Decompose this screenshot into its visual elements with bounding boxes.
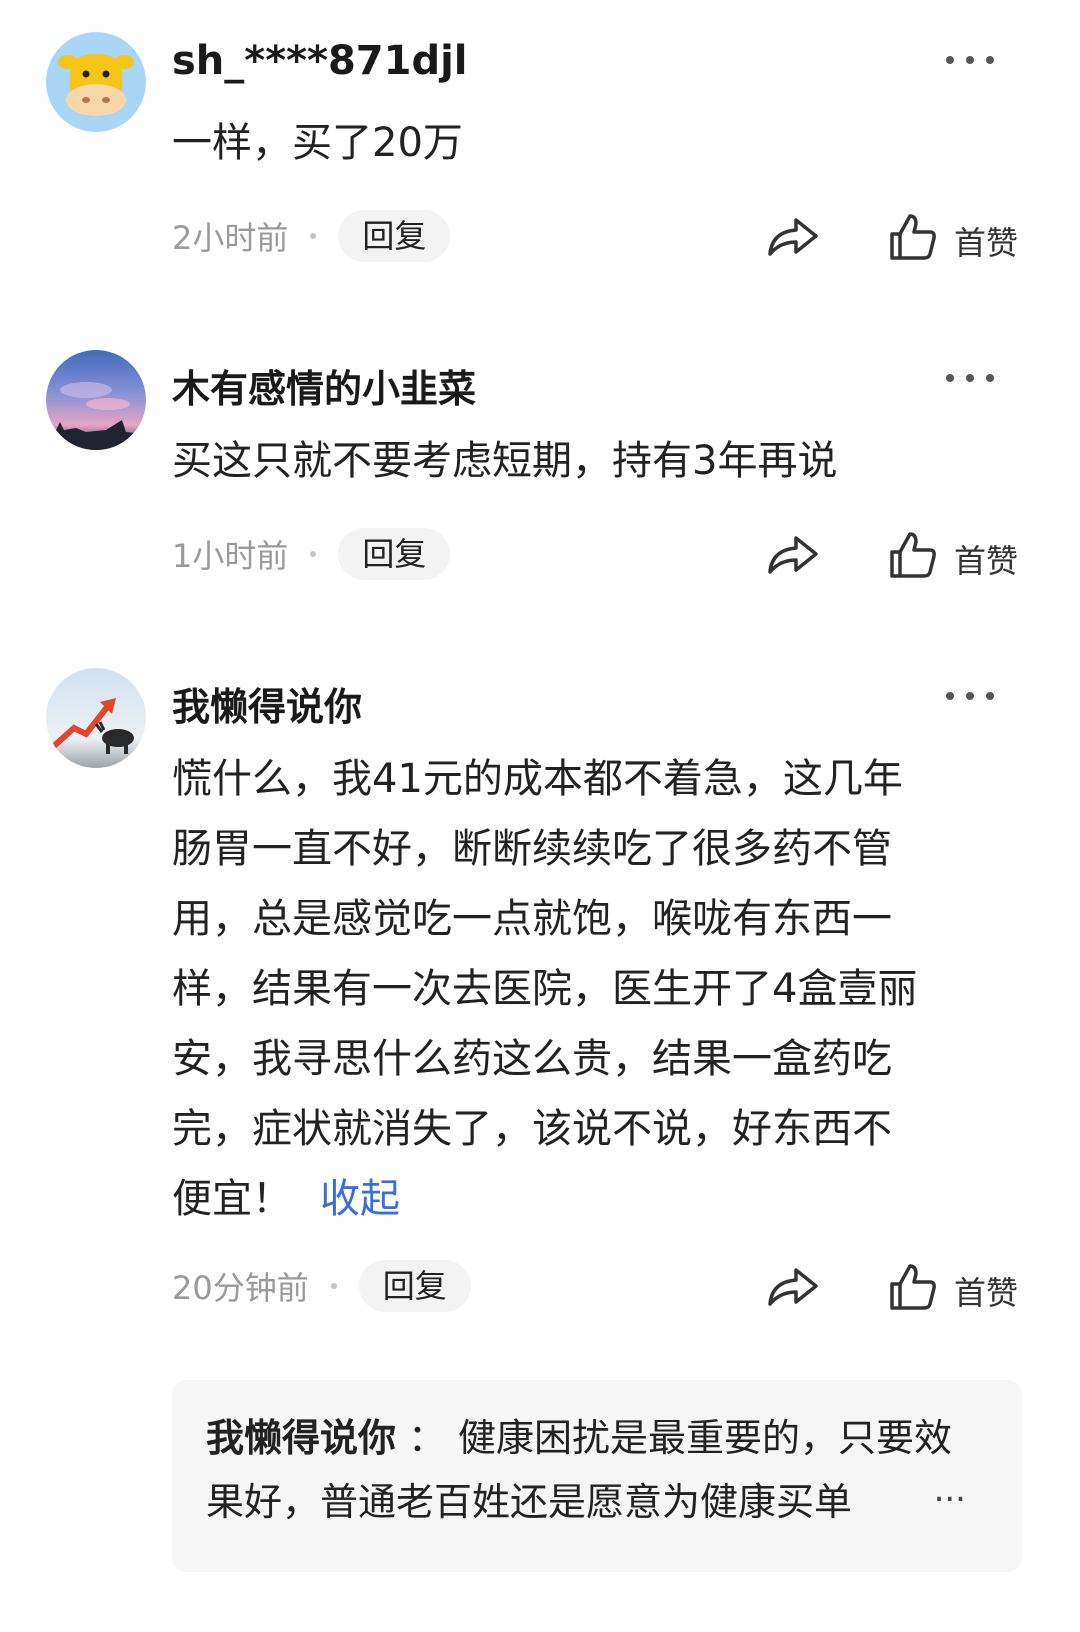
sub-reply-text: 我懒得说你：健康困扰是最重要的，只要效果好，普通老百姓还是愿意为健康买单 bbox=[206, 1406, 986, 1534]
content-line: 慌什么，我41元的成本都不着急，这几年 bbox=[172, 756, 903, 802]
more-options-button[interactable] bbox=[946, 368, 994, 388]
bull-stock-chart-avatar[interactable] bbox=[46, 668, 146, 768]
content-line-end: 便宜！ bbox=[172, 1176, 292, 1222]
more-dot bbox=[966, 374, 974, 382]
content-line: 用，总是感觉吃一点就饱，喉咙有东西一 bbox=[172, 896, 892, 942]
thumbs-up-icon[interactable] bbox=[888, 1262, 938, 1312]
sub-reply-box[interactable]: 我懒得说你：健康困扰是最重要的，只要效果好，普通老百姓还是愿意为健康买单 ... bbox=[172, 1380, 1022, 1572]
share-arrow-icon[interactable] bbox=[766, 1262, 820, 1310]
more-options-button[interactable] bbox=[946, 686, 994, 706]
more-dot bbox=[986, 56, 994, 64]
content-line: 安，我寻思什么药这么贵，结果一盒药吃 bbox=[172, 1036, 892, 1082]
sub-reply-ellipsis: ... bbox=[933, 1470, 966, 1510]
like-label[interactable]: 首赞 bbox=[954, 536, 1018, 582]
comment-content: 买这只就不要考虑短期，持有3年再说 bbox=[172, 438, 838, 484]
more-dots-icon bbox=[946, 56, 954, 64]
username[interactable]: 我懒得说你 bbox=[172, 676, 362, 731]
separator-dot bbox=[310, 233, 317, 239]
thumbs-up-icon[interactable] bbox=[888, 530, 938, 580]
comment-meta: 20分钟前 回复 bbox=[172, 1260, 471, 1312]
more-dot bbox=[966, 692, 974, 700]
more-dot bbox=[986, 692, 994, 700]
more-options-button[interactable] bbox=[946, 50, 994, 70]
reply-button[interactable]: 回复 bbox=[338, 210, 451, 262]
thumbs-up-icon[interactable] bbox=[888, 212, 938, 262]
content-line: 样，结果有一次去医院，医生开了4盒壹丽 bbox=[172, 966, 918, 1012]
reply-button[interactable]: 回复 bbox=[358, 1260, 471, 1312]
collapse-link[interactable]: 收起 bbox=[320, 1176, 400, 1222]
comment-item: 木有感情的小韭菜 买这只就不要考虑短期，持有3年再说 1小时前 回复 首赞 bbox=[0, 318, 1080, 618]
comment-time: 2小时前 bbox=[172, 219, 289, 257]
more-dot bbox=[986, 374, 994, 382]
share-arrow-icon[interactable] bbox=[766, 212, 820, 260]
content-line: 肠胃一直不好，断断续续吃了很多药不管 bbox=[172, 826, 892, 872]
more-dot bbox=[966, 56, 974, 64]
cartoon-cow-avatar[interactable] bbox=[46, 32, 146, 132]
more-dots-icon bbox=[946, 692, 954, 700]
username[interactable]: 木有感情的小韭菜 bbox=[172, 358, 476, 413]
share-arrow-icon[interactable] bbox=[766, 530, 820, 578]
username[interactable]: sh_****871djl bbox=[172, 38, 468, 84]
reply-button[interactable]: 回复 bbox=[338, 528, 451, 580]
content-line: 便宜！ 收起 bbox=[172, 1164, 1032, 1234]
sky-scenery-avatar[interactable] bbox=[46, 350, 146, 450]
comment-time: 20分钟前 bbox=[172, 1269, 309, 1307]
sub-reply-separator: ： bbox=[408, 1416, 447, 1460]
comment-item: sh_****871djl 一样，买了20万 2小时前 回复 首赞 bbox=[0, 0, 1080, 300]
like-label[interactable]: 首赞 bbox=[954, 218, 1018, 264]
comment-meta: 2小时前 回复 bbox=[172, 210, 451, 262]
comment-content: 一样，买了20万 bbox=[172, 120, 463, 166]
comment-time: 1小时前 bbox=[172, 537, 289, 575]
separator-dot bbox=[330, 1283, 337, 1289]
comment-content: 慌什么，我41元的成本都不着急，这几年 肠胃一直不好，断断续续吃了很多药不管 用… bbox=[172, 744, 1032, 1234]
like-label[interactable]: 首赞 bbox=[954, 1268, 1018, 1314]
more-dots-icon bbox=[946, 374, 954, 382]
content-line: 完，症状就消失了，该说不说，好东西不 bbox=[172, 1106, 892, 1152]
sub-reply-author[interactable]: 我懒得说你 bbox=[206, 1416, 396, 1460]
separator-dot bbox=[310, 551, 317, 557]
comment-meta: 1小时前 回复 bbox=[172, 528, 451, 580]
